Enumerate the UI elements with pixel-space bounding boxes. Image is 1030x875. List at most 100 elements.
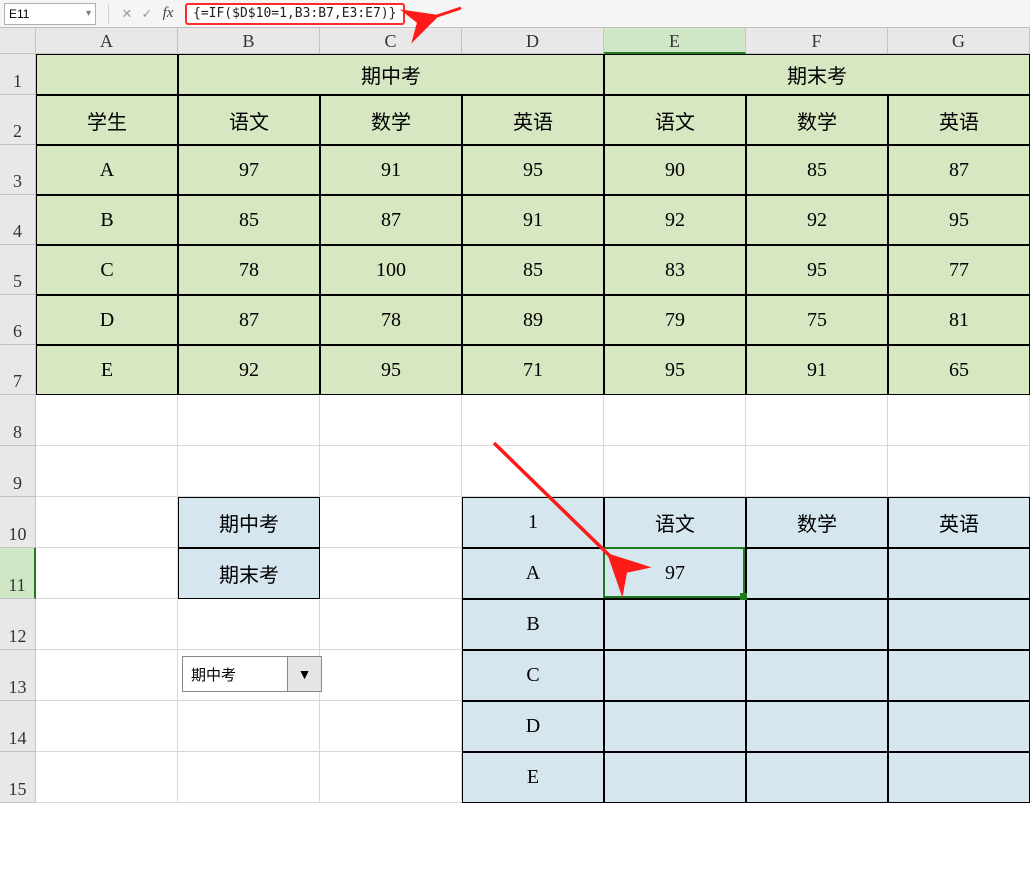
cell-G5[interactable]: 77 [888,245,1030,295]
row-header-7[interactable]: 7 [0,345,36,395]
cell-A15[interactable] [36,752,178,803]
cell-F15[interactable] [746,752,888,803]
select-all-corner[interactable] [0,28,36,54]
cell-E2[interactable]: 语文 [604,95,746,145]
row-header-15[interactable]: 15 [0,752,36,803]
cell-B14[interactable] [178,701,320,752]
cell-B9[interactable] [178,446,320,497]
cell-D14[interactable]: D [462,701,604,752]
cell-D9[interactable] [462,446,604,497]
cell-D13[interactable]: C [462,650,604,701]
cell-B11[interactable]: 期末考 [178,548,320,599]
row-header-8[interactable]: 8 [0,395,36,446]
cell-C12[interactable] [320,599,462,650]
cell-F14[interactable] [746,701,888,752]
cell-A6[interactable]: D [36,295,178,345]
cell-B2[interactable]: 语文 [178,95,320,145]
col-header-A[interactable]: A [36,28,178,54]
row-header-4[interactable]: 4 [0,195,36,245]
cell-G1[interactable]: 期末考 [604,54,1030,95]
row-header-11[interactable]: 11 [0,548,36,599]
confirm-icon[interactable]: ✓ [137,6,157,22]
cell-C11[interactable] [320,548,462,599]
row-header-3[interactable]: 3 [0,145,36,195]
cell-A5[interactable]: C [36,245,178,295]
col-header-E[interactable]: E [604,28,746,54]
cell-D8[interactable] [462,395,604,446]
cell-C2[interactable]: 数学 [320,95,462,145]
row-header-10[interactable]: 10 [0,497,36,548]
cell-A8[interactable] [36,395,178,446]
cell-B5[interactable]: 78 [178,245,320,295]
cell-G15[interactable] [888,752,1030,803]
cell-F13[interactable] [746,650,888,701]
cell-B12[interactable] [178,599,320,650]
cell-C14[interactable] [320,701,462,752]
cell-E13[interactable] [604,650,746,701]
cell-G14[interactable] [888,701,1030,752]
cell-E15[interactable] [604,752,746,803]
col-header-G[interactable]: G [888,28,1030,54]
cell-G7[interactable]: 65 [888,345,1030,395]
cell-A13[interactable] [36,650,178,701]
cell-E5[interactable]: 83 [604,245,746,295]
name-box-dropdown-icon[interactable]: ▾ [86,8,91,19]
cell-D15[interactable]: E [462,752,604,803]
cell-E10[interactable]: 语文 [604,497,746,548]
cell-A12[interactable] [36,599,178,650]
row-header-6[interactable]: 6 [0,295,36,345]
cell-F9[interactable] [746,446,888,497]
cell-C15[interactable] [320,752,462,803]
formula-input[interactable]: {=IF($D$10=1,B3:B7,E3:E7)} [185,3,1024,25]
cell-D3[interactable]: 95 [462,145,604,195]
cell-G9[interactable] [888,446,1030,497]
cell-C13[interactable] [320,650,462,701]
cell-F6[interactable]: 75 [746,295,888,345]
cell-C5[interactable]: 100 [320,245,462,295]
cell-C8[interactable] [320,395,462,446]
cell-F3[interactable]: 85 [746,145,888,195]
cell-G8[interactable] [888,395,1030,446]
cell-B10[interactable]: 期中考 [178,497,320,548]
cell-D1[interactable]: 期中考 [178,54,604,95]
cell-E14[interactable] [604,701,746,752]
cell-A1[interactable] [36,54,178,95]
row-header-2[interactable]: 2 [0,95,36,145]
cell-A4[interactable]: B [36,195,178,245]
cell-G4[interactable]: 95 [888,195,1030,245]
cell-D10[interactable]: 1 [462,497,604,548]
cell-A3[interactable]: A [36,145,178,195]
cell-G13[interactable] [888,650,1030,701]
fx-icon[interactable]: fx [157,5,179,22]
cell-D12[interactable]: B [462,599,604,650]
cell-A14[interactable] [36,701,178,752]
cell-G11[interactable] [888,548,1030,599]
cell-D4[interactable]: 91 [462,195,604,245]
cell-A10[interactable] [36,497,178,548]
cancel-icon[interactable]: ✕ [117,6,137,22]
cell-B6[interactable]: 87 [178,295,320,345]
name-box[interactable]: E11 ▾ [4,3,96,25]
row-header-5[interactable]: 5 [0,245,36,295]
cell-F2[interactable]: 数学 [746,95,888,145]
cell-D6[interactable]: 89 [462,295,604,345]
cell-A7[interactable]: E [36,345,178,395]
col-header-C[interactable]: C [320,28,462,54]
cell-G12[interactable] [888,599,1030,650]
cell-C6[interactable]: 78 [320,295,462,345]
cell-E11[interactable]: 97 [604,548,746,599]
cell-G6[interactable]: 81 [888,295,1030,345]
cell-G2[interactable]: 英语 [888,95,1030,145]
col-header-F[interactable]: F [746,28,888,54]
cell-A9[interactable] [36,446,178,497]
cell-E8[interactable] [604,395,746,446]
cell-F5[interactable]: 95 [746,245,888,295]
cell-G10[interactable]: 英语 [888,497,1030,548]
cell-B3[interactable]: 97 [178,145,320,195]
cell-E7[interactable]: 95 [604,345,746,395]
col-header-B[interactable]: B [178,28,320,54]
cell-E3[interactable]: 90 [604,145,746,195]
cell-A11[interactable] [36,548,178,599]
cell-C10[interactable] [320,497,462,548]
cell-B4[interactable]: 85 [178,195,320,245]
